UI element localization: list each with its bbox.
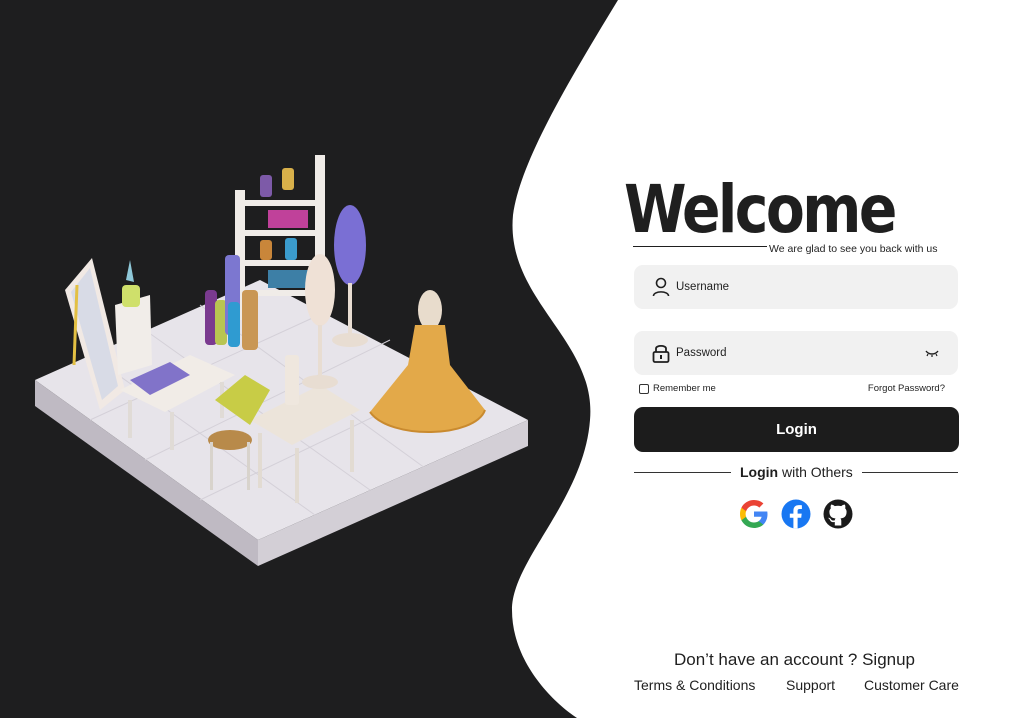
github-icon[interactable] (823, 499, 853, 529)
remember-me[interactable]: Remember me (639, 383, 716, 394)
welcome-title: Welcome (624, 171, 897, 248)
title-underline (633, 246, 767, 247)
divider-right (862, 472, 958, 473)
password-field[interactable] (634, 331, 958, 375)
customer-care-link[interactable]: Customer Care (864, 677, 959, 693)
login-button[interactable]: Login (634, 407, 959, 452)
remember-checkbox[interactable] (639, 383, 649, 394)
tailor-room-illustration (35, 155, 528, 566)
forgot-password-link[interactable]: Forgot Password? (868, 383, 945, 394)
support-link[interactable]: Support (786, 677, 835, 693)
remember-label: Remember me (653, 383, 716, 394)
google-icon[interactable] (739, 499, 769, 529)
password-input[interactable] (676, 331, 916, 375)
welcome-subtitle: We are glad to see you back with us (769, 243, 938, 255)
login-with-suffix: with Others (778, 464, 853, 480)
signup-prompt: Don’t have an account ? Signup (674, 650, 915, 670)
username-input[interactable] (676, 265, 916, 309)
eye-closed-icon[interactable] (924, 346, 940, 360)
signup-link[interactable]: Signup (862, 650, 915, 669)
divider-left (634, 472, 731, 473)
signup-prompt-text: Don’t have an account ? (674, 650, 863, 669)
user-icon (652, 277, 670, 297)
lock-icon (652, 344, 670, 363)
username-field[interactable] (634, 265, 958, 309)
facebook-icon[interactable] (781, 499, 811, 529)
login-with-prefix: Login (740, 464, 779, 480)
terms-link[interactable]: Terms & Conditions (634, 677, 755, 693)
login-with-others: Login with Others (740, 464, 853, 480)
